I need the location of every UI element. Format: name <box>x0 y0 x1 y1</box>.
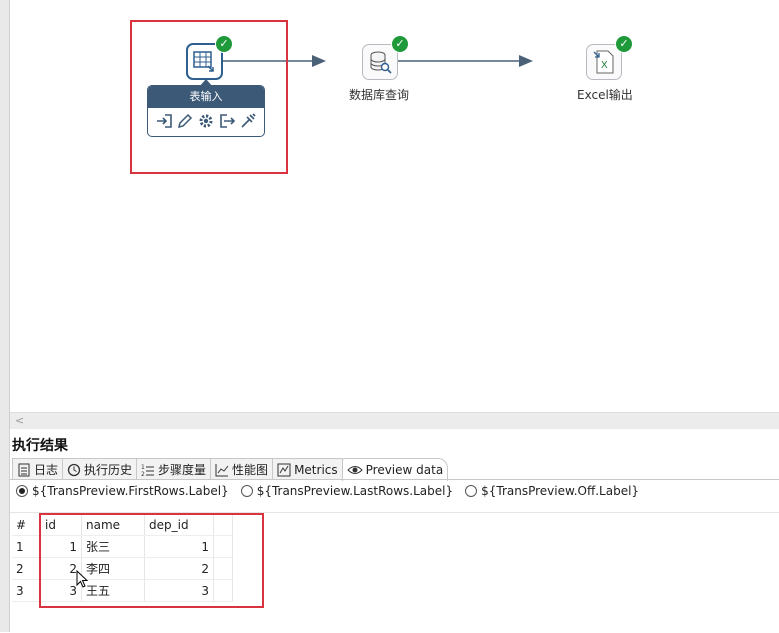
step-ok-check-icon: ✓ <box>615 35 633 53</box>
highlight-box-table <box>39 513 264 608</box>
step-label-excel-output: Excel输出 <box>577 88 633 102</box>
tab-performance-chart[interactable]: 性能图 <box>210 458 274 480</box>
tab-label: 性能图 <box>232 463 269 477</box>
hop-arrow-1 <box>312 55 326 67</box>
results-panel-title: 执行结果 <box>12 438 68 454</box>
edit-icon[interactable] <box>176 112 194 130</box>
step-popup-menu: 表输入 <box>147 79 265 137</box>
row-number: 2 <box>12 557 41 580</box>
scroll-left-arrow[interactable]: < <box>15 413 24 429</box>
log-icon <box>18 463 30 476</box>
hop-arrow-2 <box>519 55 533 67</box>
table-input-icon <box>193 51 214 72</box>
row-number: 1 <box>12 535 41 558</box>
history-icon <box>67 463 81 476</box>
inject-icon[interactable] <box>239 112 257 130</box>
tab-label: Preview data <box>365 463 444 477</box>
metrics-icon <box>277 463 291 476</box>
tab-history[interactable]: 执行历史 <box>62 458 138 480</box>
row-number-header[interactable]: # <box>12 514 41 536</box>
preview-options: ${TransPreview.FirstRows.Label} ${TransP… <box>16 484 651 498</box>
step-ok-check-icon: ✓ <box>215 35 233 53</box>
output-icon[interactable] <box>218 112 236 130</box>
excel-output-icon: X <box>593 50 614 74</box>
mouse-cursor-icon <box>76 570 89 588</box>
svg-text:1: 1 <box>141 464 145 471</box>
radio-button[interactable] <box>16 485 28 497</box>
radio-off[interactable]: ${TransPreview.Off.Label} <box>465 484 639 498</box>
tab-label: 执行历史 <box>84 463 133 477</box>
radio-first-rows[interactable]: ${TransPreview.FirstRows.Label} <box>16 484 229 498</box>
database-lookup-icon <box>370 51 392 74</box>
input-icon[interactable] <box>155 112 173 130</box>
popup-pointer <box>199 79 213 87</box>
radio-button[interactable] <box>240 485 253 497</box>
settings-icon[interactable] <box>197 112 215 130</box>
tab-metrics[interactable]: Metrics <box>272 458 343 480</box>
eye-icon <box>346 466 363 474</box>
radio-button[interactable] <box>465 485 478 497</box>
svg-text:2: 2 <box>141 471 145 477</box>
tab-label: 步骤度量 <box>158 463 207 477</box>
step-ok-check-icon: ✓ <box>391 35 409 53</box>
tab-step-metrics[interactable]: 12 步骤度量 <box>136 458 212 480</box>
metrics-list-icon: 12 <box>141 464 155 477</box>
chart-icon <box>215 463 229 476</box>
tab-label: Metrics <box>294 462 338 477</box>
step-label-database-lookup: 数据库查询 <box>349 88 410 102</box>
tab-preview-data[interactable]: Preview data <box>341 458 449 481</box>
canvas-horizontal-scrollbar[interactable]: < <box>10 412 779 429</box>
tab-label: 日志 <box>34 463 59 477</box>
tab-log[interactable]: 日志 <box>12 458 64 480</box>
svg-text:X: X <box>601 60 608 71</box>
tab-divider <box>10 479 779 480</box>
results-tabs: 日志 执行历史 12 步骤度量 性能图 Metrics Preview data <box>12 458 449 481</box>
popup-step-name: 表输入 <box>148 86 264 108</box>
radio-last-rows[interactable]: ${TransPreview.LastRows.Label} <box>240 484 453 498</box>
row-number: 3 <box>12 579 41 602</box>
